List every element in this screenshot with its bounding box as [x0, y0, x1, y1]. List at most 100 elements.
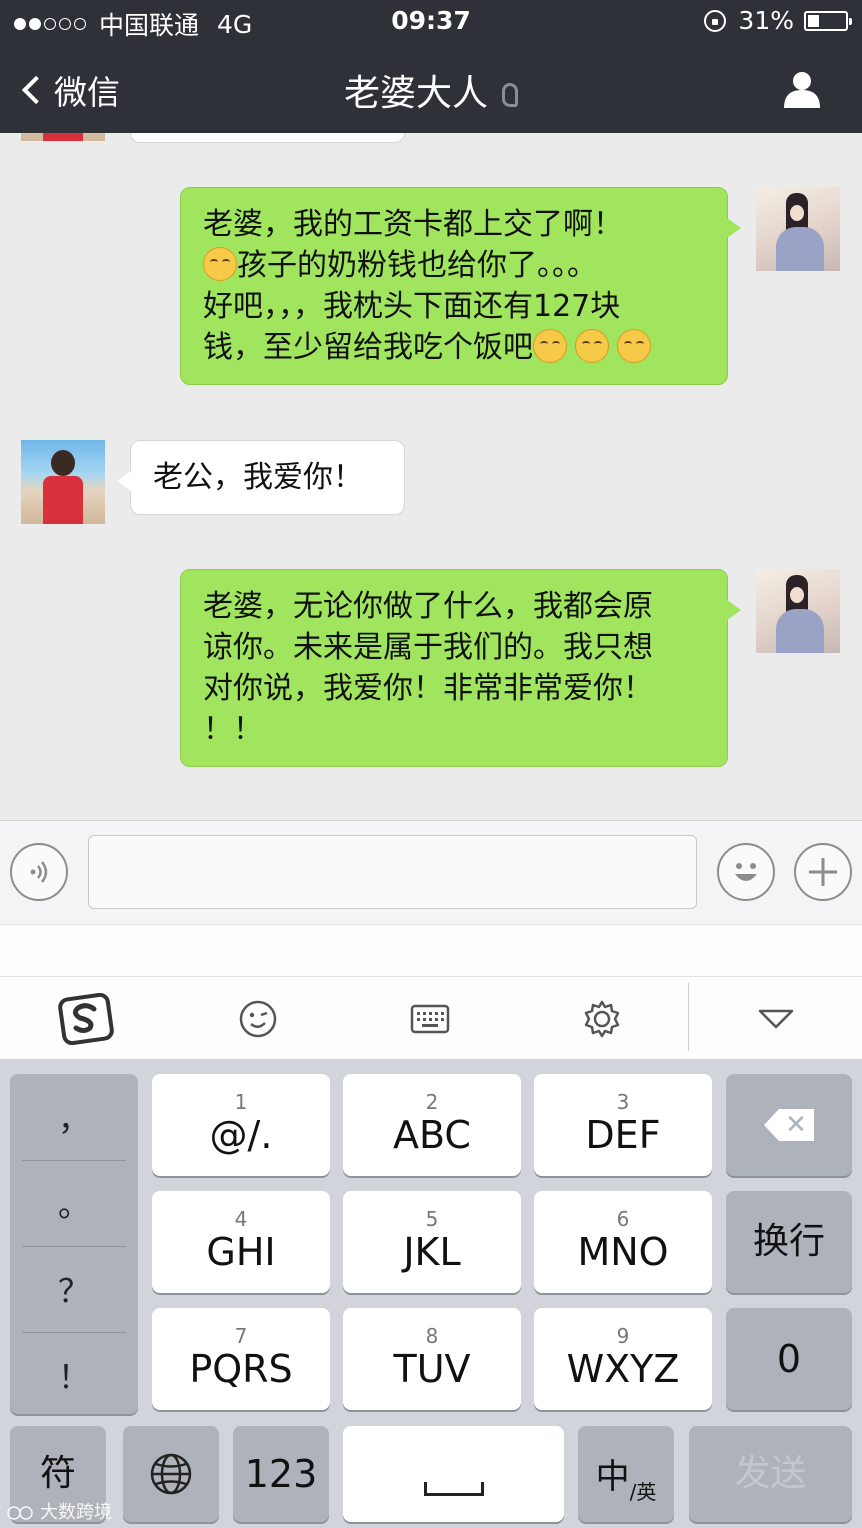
sad-face-emoji-icon	[617, 329, 651, 363]
ime-toolbar	[0, 976, 862, 1060]
zero-key[interactable]: 0	[726, 1308, 852, 1410]
message-input[interactable]	[88, 835, 697, 909]
symbol-key-label: 符	[39, 1453, 76, 1494]
triangle-down-icon	[758, 1009, 794, 1029]
key-8[interactable]: 8 TUV	[343, 1308, 521, 1410]
numeric-key-label: 123	[244, 1452, 318, 1496]
key-5[interactable]: 5 JKL	[343, 1191, 521, 1293]
rotation-lock-icon	[704, 9, 727, 32]
chat-title: 老婆大人	[0, 64, 862, 116]
key-6[interactable]: 6 MNO	[534, 1191, 712, 1293]
ime-settings-button[interactable]	[574, 991, 630, 1047]
watermark-logo-icon	[7, 1506, 33, 1520]
backspace-key[interactable]: ✕	[726, 1074, 852, 1176]
key-3[interactable]: 3 DEF	[534, 1074, 712, 1176]
message-line: 谅你。未来是属于我们的。我只想	[203, 630, 653, 665]
zero-key-label: 0	[776, 1337, 802, 1381]
key-letters: WXYZ	[566, 1347, 680, 1391]
key-1[interactable]: 1 @/.	[152, 1074, 330, 1176]
message-line: 老婆，我的工资卡都上交了啊！	[203, 207, 623, 242]
sogou-logo-icon	[58, 993, 114, 1045]
key-2[interactable]: 2 ABC	[343, 1074, 521, 1176]
input-bar	[0, 820, 862, 924]
punct-exclamation-key[interactable]: ！	[10, 1332, 138, 1417]
key-letters: ABC	[393, 1113, 471, 1157]
message-bubble-sent[interactable]: 老婆，我的工资卡都上交了啊！ 孩子的奶粉钱也给你了。。。 好吧，，，我枕头下面还…	[180, 187, 741, 385]
message-line-with-emoji: 钱，至少留给我吃个饭吧	[203, 327, 705, 368]
more-actions-button[interactable]	[794, 843, 852, 901]
avatar-me[interactable]	[756, 569, 840, 653]
key-letters: DEF	[585, 1113, 661, 1157]
chat-messages[interactable]: 老婆，我的工资卡都上交了啊！ 孩子的奶粉钱也给你了。。。 好吧，，，我枕头下面还…	[0, 133, 862, 820]
key-4[interactable]: 4 GHI	[152, 1191, 330, 1293]
chat-title-text: 老婆大人	[343, 73, 488, 114]
keyboard-icon	[410, 1004, 450, 1034]
language-switch-key[interactable]: 中 /英	[578, 1426, 674, 1522]
punctuation-column: ， 。 ？ ！	[10, 1074, 138, 1414]
globe-icon	[150, 1453, 192, 1495]
lang-main-label: 中	[595, 1457, 630, 1497]
numeric-key[interactable]: 123	[233, 1426, 329, 1522]
top-bar: 中国联通 4G 09:37 31% 微信 老婆大人	[0, 0, 862, 133]
input-spacer	[0, 924, 862, 976]
ime-toolbar-divider	[688, 983, 689, 1051]
sogou-logo-button[interactable]	[58, 991, 114, 1047]
voice-input-button[interactable]	[10, 843, 68, 901]
key-letters: @/.	[209, 1113, 273, 1157]
key-letters: TUV	[393, 1347, 471, 1391]
key-letters: JKL	[403, 1230, 461, 1274]
avatar-me[interactable]	[756, 187, 840, 271]
globe-key[interactable]	[123, 1426, 219, 1522]
message-line: ！！	[203, 712, 263, 747]
key-number: 3	[616, 1090, 630, 1114]
message-line: 老公，我爱你！	[153, 460, 363, 495]
key-number: 4	[234, 1207, 248, 1231]
ime-emoji-button[interactable]	[230, 991, 286, 1047]
keyboard-switch-button[interactable]	[402, 991, 458, 1047]
wink-face-icon	[239, 1000, 277, 1038]
key-9[interactable]: 9 WXYZ	[534, 1308, 712, 1410]
keyboard: ， 。 ？ ！ 1 @/. 2 ABC 3 DEF ✕ 4 GHI 5 JKL …	[0, 1060, 862, 1528]
key-7[interactable]: 7 PQRS	[152, 1308, 330, 1410]
punct-comma-key[interactable]: ，	[10, 1074, 138, 1159]
sad-face-emoji-icon	[533, 329, 567, 363]
message-line: 老婆，无论你做了什么，我都会原	[203, 589, 653, 624]
key-number: 5	[425, 1207, 439, 1231]
avatar-wife[interactable]	[21, 440, 105, 524]
key-number: 6	[616, 1207, 630, 1231]
plus-icon	[809, 858, 837, 886]
punct-period-key[interactable]: 。	[10, 1160, 138, 1245]
hide-keyboard-button[interactable]	[748, 991, 804, 1047]
nav-bar: 微信 老婆大人	[0, 44, 862, 133]
backspace-icon: ✕	[764, 1109, 814, 1141]
key-letters: PQRS	[189, 1347, 293, 1391]
space-icon	[423, 1482, 484, 1496]
status-bar: 中国联通 4G 09:37 31%	[0, 0, 862, 44]
key-number: 2	[425, 1090, 439, 1114]
message-bubble-received[interactable]: 老公，我爱你！	[117, 440, 405, 515]
earpiece-mode-icon	[502, 83, 518, 107]
punct-question-key[interactable]: ？	[10, 1246, 138, 1331]
message-bubble-sent[interactable]: 老婆，无论你做了什么，我都会原 谅你。未来是属于我们的。我只想 对你说，我爱你！…	[180, 569, 741, 767]
avatar-wife[interactable]	[21, 133, 105, 141]
space-key[interactable]	[343, 1426, 564, 1522]
status-right: 31%	[704, 6, 852, 35]
return-key-label: 换行	[752, 1221, 825, 1262]
message-line: 孩子的奶粉钱也给你了。。。	[237, 248, 597, 283]
message-line: 钱，至少留给我吃个饭吧	[203, 330, 533, 365]
key-number: 8	[425, 1324, 439, 1348]
message-line: 好吧，，，我枕头下面还有127块	[203, 289, 621, 324]
battery-percent: 31%	[738, 6, 794, 35]
send-key[interactable]: 发送	[689, 1426, 852, 1522]
key-number: 9	[616, 1324, 630, 1348]
message-bubble-cut-off	[130, 133, 405, 143]
gear-icon	[584, 1000, 620, 1038]
key-letters: MNO	[577, 1230, 669, 1274]
return-key[interactable]: 换行	[726, 1191, 852, 1293]
sad-face-emoji-icon	[575, 329, 609, 363]
emoji-button[interactable]	[717, 843, 775, 901]
key-number: 1	[234, 1090, 248, 1114]
key-letters: GHI	[206, 1230, 276, 1274]
contact-profile-button[interactable]	[782, 70, 822, 108]
voice-icon	[30, 861, 48, 883]
